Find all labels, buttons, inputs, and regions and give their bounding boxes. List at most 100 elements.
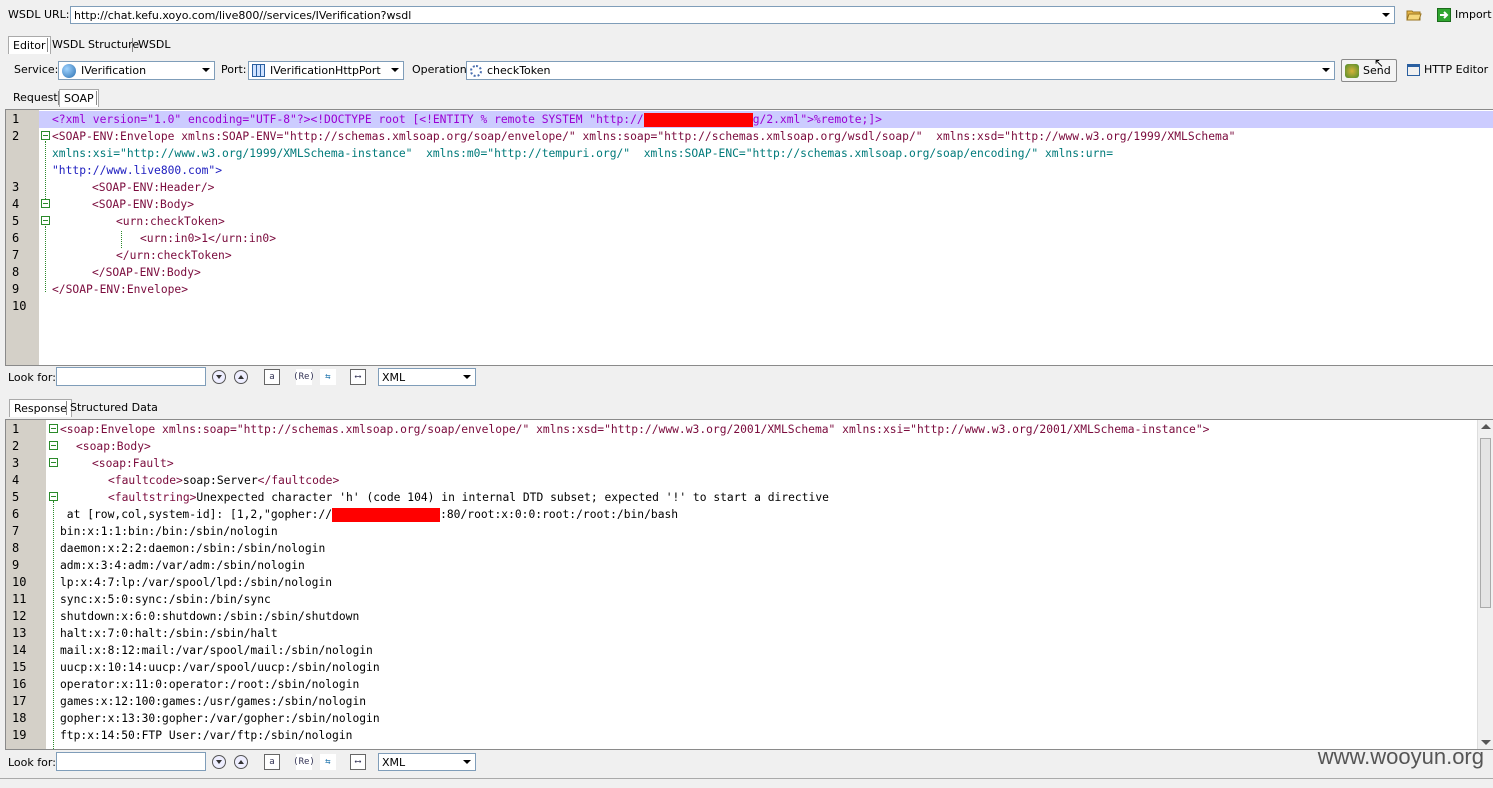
redaction-box xyxy=(332,508,441,522)
response-line-15: uucp:x:10:14:uucp:/var/spool/uucp:/sbin/… xyxy=(60,661,380,674)
tab-wsdl[interactable]: WSDL xyxy=(134,36,174,53)
response-line-16: operator:x:11:0:operator:/root:/sbin/nol… xyxy=(60,678,360,691)
request-line-9: </SOAP-ENV:Envelope> xyxy=(52,283,189,296)
fold-minus-icon[interactable] xyxy=(49,424,58,433)
tab-request[interactable]: Request xyxy=(9,89,62,106)
request-line-2-wrap2: "http://www.live800.com"> xyxy=(52,164,223,177)
chevron-down-icon[interactable] xyxy=(459,369,475,385)
line-numbers: 123 456 789 10 11 12 13 14 15 16 17 18 19 xyxy=(12,422,27,742)
chevron-down-icon[interactable] xyxy=(387,62,403,78)
wsdl-url-value: http://chat.kefu.xoyo.com/live800//servi… xyxy=(74,8,412,22)
replace-icon[interactable]: ⇆ xyxy=(320,754,336,770)
tab-divider xyxy=(96,91,97,105)
fold-guide xyxy=(45,141,46,199)
find-next-icon[interactable] xyxy=(212,370,226,384)
fold-minus-icon[interactable] xyxy=(49,492,58,501)
response-code: <soap:Envelope xmlns:soap="http://schema… xyxy=(60,421,1478,749)
http-editor-label: HTTP Editor xyxy=(1424,63,1489,76)
window-icon xyxy=(1407,63,1420,76)
response-line-11: sync:x:5:0:sync:/sbin:/bin/sync xyxy=(60,593,271,606)
service-label: Service: xyxy=(14,63,59,76)
response-line-9: adm:x:3:4:adm:/var/adm:/sbin/nologin xyxy=(60,559,305,572)
find-next-icon[interactable] xyxy=(212,755,226,769)
fold-minus-icon[interactable] xyxy=(49,458,58,467)
look-for-input[interactable] xyxy=(56,367,206,386)
response-line-14: mail:x:8:12:mail:/var/spool/mail:/sbin/n… xyxy=(60,644,373,657)
format-select[interactable]: XML xyxy=(378,368,476,386)
line-number-gutter: 123 456 789 10 11 12 13 14 15 16 17 18 19 xyxy=(6,420,46,749)
scroll-thumb[interactable] xyxy=(1480,438,1491,608)
port-select[interactable]: IVerificationHttpPort xyxy=(248,61,404,80)
match-case-icon[interactable]: a xyxy=(264,369,280,385)
response-line-8: daemon:x:2:2:daemon:/sbin:/sbin/nologin xyxy=(60,542,326,555)
watermark: www.wooyun.org xyxy=(1317,744,1484,769)
response-line-2: <soap:Body> xyxy=(76,440,151,453)
match-case-icon[interactable]: a xyxy=(264,754,280,770)
send-button[interactable]: Send xyxy=(1341,59,1397,82)
service-select[interactable]: IVerification xyxy=(58,61,215,80)
wsdl-url-input[interactable]: http://chat.kefu.xoyo.com/live800//servi… xyxy=(70,6,1395,24)
look-for-input[interactable] xyxy=(56,752,206,771)
response-line-7: bin:x:1:1:bin:/bin:/sbin/nologin xyxy=(60,525,278,538)
tab-soap[interactable]: SOAP xyxy=(59,89,99,107)
request-line-6: <urn:in0>1</urn:in0> xyxy=(140,232,277,245)
chevron-down-icon[interactable] xyxy=(1318,62,1334,78)
folder-open-icon[interactable] xyxy=(1406,7,1422,23)
fold-guide xyxy=(45,226,46,292)
tab-editor[interactable]: Editor xyxy=(8,36,51,54)
response-line-10: lp:x:4:7:lp:/var/spool/lpd:/sbin/nologin xyxy=(60,576,333,589)
http-editor-button[interactable]: HTTP Editor xyxy=(1407,63,1488,76)
replace-icon[interactable]: ⇆ xyxy=(320,369,336,385)
look-for-label: Look for: xyxy=(8,371,56,384)
request-line-3: <SOAP-ENV:Header/> xyxy=(92,181,215,194)
tab-divider xyxy=(132,38,133,52)
response-line-5: <faultstring>Unexpected character 'h' (c… xyxy=(108,491,829,504)
response-line-3: <soap:Fault> xyxy=(92,457,174,470)
format-select[interactable]: XML xyxy=(378,753,476,771)
regex-icon[interactable]: (Re) xyxy=(293,754,315,770)
vertical-scrollbar[interactable] xyxy=(1477,420,1493,749)
chevron-down-icon[interactable] xyxy=(459,754,475,770)
format-value: XML xyxy=(382,370,406,384)
line-numbers: 12 345 678 9 10 xyxy=(12,112,27,313)
request-line-2: <SOAP-ENV:Envelope xmlns:SOAP-ENV="http:… xyxy=(52,130,1236,143)
chevron-down-icon[interactable] xyxy=(198,62,214,78)
request-editor[interactable]: 12 345 678 9 10 <?xml version="1.0" encod… xyxy=(5,109,1493,366)
tab-wsdl-structure[interactable]: WSDL Structure xyxy=(48,36,143,53)
globe-icon xyxy=(62,63,76,78)
regex-icon[interactable]: (Re) xyxy=(293,369,315,385)
find-previous-icon[interactable] xyxy=(234,370,248,384)
response-line-1: <soap:Envelope xmlns:soap="http://schema… xyxy=(60,423,1210,436)
chevron-down-icon[interactable] xyxy=(1378,7,1394,23)
port-label: Port: xyxy=(221,63,247,76)
request-line-8: </SOAP-ENV:Body> xyxy=(92,266,201,279)
response-line-19: ftp:x:14:50:FTP User:/var/ftp:/sbin/nolo… xyxy=(60,729,353,742)
request-line-5: <urn:checkToken> xyxy=(116,215,225,228)
fold-minus-icon[interactable] xyxy=(41,199,50,208)
operation-value: checkToken xyxy=(487,64,551,77)
response-editor[interactable]: 123 456 789 10 11 12 13 14 15 16 17 18 19 <soa… xyxy=(5,419,1493,750)
fold-minus-icon[interactable] xyxy=(41,216,50,225)
fold-minus-icon[interactable] xyxy=(41,131,50,140)
scroll-up-icon[interactable] xyxy=(1481,424,1491,429)
tab-structured-data[interactable]: Structured Data xyxy=(66,399,162,416)
fold-guide xyxy=(53,501,54,749)
operation-select[interactable]: checkToken xyxy=(466,61,1335,80)
wrap-icon[interactable]: ⟷ xyxy=(350,754,366,770)
response-line-13: halt:x:7:0:halt:/sbin:/sbin/halt xyxy=(60,627,278,640)
look-for-label: Look for: xyxy=(8,756,56,769)
import-button[interactable]: Import xyxy=(1455,8,1492,21)
import-arrow-icon[interactable] xyxy=(1436,7,1452,23)
fold-minus-icon[interactable] xyxy=(49,441,58,450)
wrap-icon[interactable]: ⟷ xyxy=(350,369,366,385)
response-line-18: gopher:x:13:30:gopher:/var/gopher:/sbin/… xyxy=(60,712,380,725)
grid-icon xyxy=(252,64,265,77)
response-line-4: <faultcode>soap:Server</faultcode> xyxy=(108,474,340,487)
operation-label: Operation: xyxy=(412,63,471,76)
wsdl-url-label: WSDL URL: xyxy=(8,8,70,21)
response-line-17: games:x:12:100:games:/usr/games:/sbin/no… xyxy=(60,695,367,708)
request-line-2-wrap: xmlns:xsi="http://www.w3.org/1999/XMLSch… xyxy=(52,147,1114,160)
request-line-4: <SOAP-ENV:Body> xyxy=(92,198,195,211)
find-previous-icon[interactable] xyxy=(234,755,248,769)
tab-response[interactable]: Response xyxy=(9,399,72,417)
